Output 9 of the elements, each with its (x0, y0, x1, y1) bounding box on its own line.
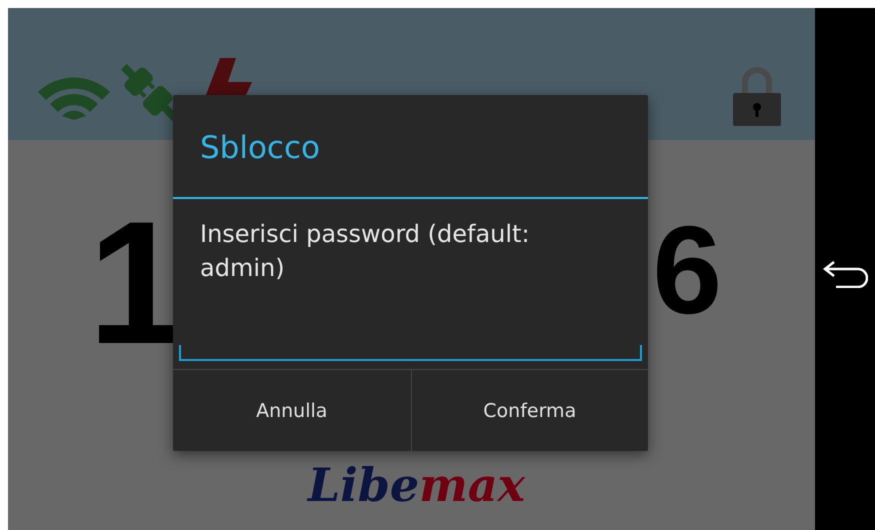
password-field[interactable] (179, 345, 642, 361)
dialog-message: Inserisci password (default: admin) (199, 219, 531, 284)
logo: Libemax (308, 462, 526, 508)
cancel-button[interactable]: Annulla (173, 370, 410, 451)
dialog-title: Sblocco (173, 95, 648, 199)
back-icon[interactable] (822, 260, 868, 288)
counter-digit: 6 (652, 208, 722, 332)
confirm-button[interactable]: Conferma (410, 370, 648, 451)
lock-icon (733, 66, 781, 126)
